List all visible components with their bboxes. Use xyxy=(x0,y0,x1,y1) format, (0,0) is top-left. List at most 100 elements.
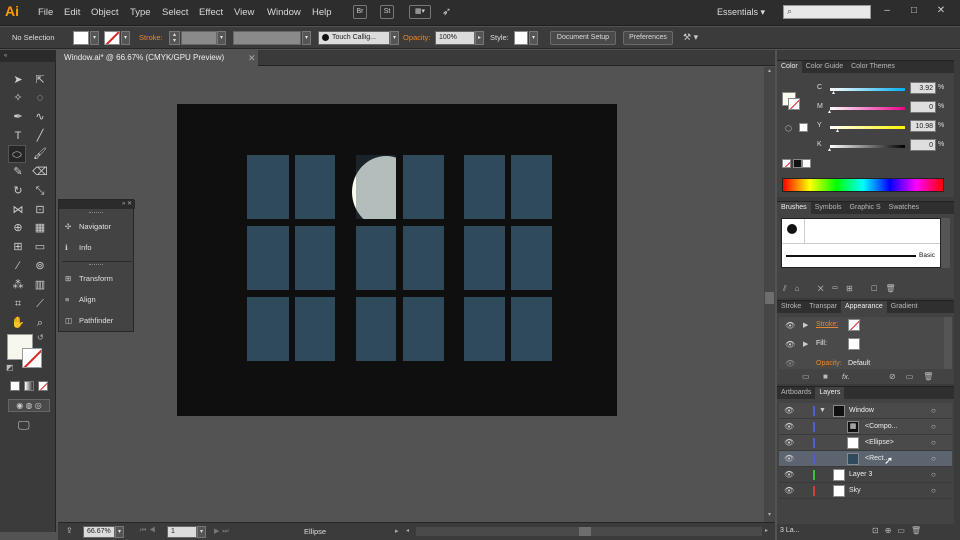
tab-color-guide[interactable]: Color Guide xyxy=(802,61,847,73)
artboard-tool-icon[interactable]: ⌗ xyxy=(9,295,27,313)
arrange-icon[interactable]: ⚒ ▾ xyxy=(683,32,698,43)
minimize-button[interactable]: – xyxy=(876,3,898,19)
layer-name[interactable]: <Ellipse> xyxy=(865,435,894,451)
variable-width-profile[interactable] xyxy=(233,31,301,45)
target-circle-icon[interactable]: ○ xyxy=(931,403,936,419)
yellow-slider[interactable] xyxy=(830,126,905,129)
free-transform-tool-icon[interactable]: ⊡ xyxy=(31,201,49,219)
draw-mode-icon[interactable]: ◉ ◍ ◎ xyxy=(8,399,50,412)
window-pane[interactable] xyxy=(511,155,552,219)
gradient-tool-icon[interactable]: ▭ xyxy=(31,238,49,256)
scroll-thumb[interactable] xyxy=(765,292,774,304)
shape-builder-tool-icon[interactable]: ⊕ xyxy=(9,219,27,237)
calligraphic-brush-dot[interactable] xyxy=(787,224,797,234)
canvas-horizontal-scrollbar[interactable] xyxy=(416,527,762,536)
opacity-arrow-icon[interactable]: ▸ xyxy=(475,31,484,45)
swap-fill-stroke-icon[interactable]: ↺ xyxy=(37,333,44,342)
visibility-eye-icon[interactable]: 👁 xyxy=(784,419,794,435)
magenta-slider[interactable] xyxy=(830,107,905,110)
line-tool-icon[interactable]: ╱ xyxy=(31,127,49,145)
layers-footer-icons[interactable]: ⊡⊕▭🗑 xyxy=(872,526,927,535)
mesh-tool-icon[interactable]: ⊞ xyxy=(9,238,27,256)
window-pane[interactable] xyxy=(511,297,552,361)
tab-symbols[interactable]: Symbols xyxy=(811,202,846,214)
black-slider-thumb[interactable]: ▴ xyxy=(828,146,831,153)
navigator-panel-button[interactable]: ✣ Navigator xyxy=(65,218,131,236)
column-graph-tool-icon[interactable]: ▥ xyxy=(31,276,49,294)
selection-tool-icon[interactable]: ➤ xyxy=(9,71,27,89)
brush-list[interactable]: Basic xyxy=(781,218,941,268)
white-color-swatch[interactable] xyxy=(802,159,811,168)
window-pane[interactable] xyxy=(511,226,552,290)
screen-mode-icon[interactable]: 🖵 xyxy=(18,418,30,433)
stroke-label[interactable]: Stroke: xyxy=(139,33,163,42)
fill-visibility-eye-icon[interactable]: 👁 xyxy=(785,340,795,349)
layer-name[interactable]: Layer 3 xyxy=(849,467,872,483)
layer-name[interactable]: Sky xyxy=(849,483,861,499)
appearance-opacity-label[interactable]: Opacity: xyxy=(816,360,842,367)
tab-layers[interactable]: Layers xyxy=(815,387,845,399)
window-pane[interactable] xyxy=(247,155,289,219)
artboard-dropdown-icon[interactable]: ▾ xyxy=(197,526,206,538)
window-pane[interactable] xyxy=(295,297,335,361)
stroke-weight-dropdown-icon[interactable]: ▾ xyxy=(217,31,226,45)
black-slider[interactable] xyxy=(830,145,905,148)
magenta-value-field[interactable]: 0 xyxy=(910,101,936,113)
target-circle-icon[interactable]: ○ xyxy=(931,435,936,451)
rotate-tool-icon[interactable]: ↻ xyxy=(9,182,27,200)
artboard-navigation-icon[interactable]: ⇪ xyxy=(66,526,73,535)
window-pane[interactable] xyxy=(403,155,444,219)
tab-transparency[interactable]: Transpar xyxy=(805,301,841,313)
default-colors-icon[interactable]: ◩ xyxy=(6,363,14,372)
zoom-tool-icon[interactable]: ⌕ xyxy=(31,314,49,332)
layer-row-window[interactable]: 👁 ▼ Window ○ xyxy=(779,403,952,419)
scale-tool-icon[interactable]: ⤡ xyxy=(31,182,49,200)
brush-dropdown-icon[interactable]: ▾ xyxy=(390,31,399,45)
layer-name[interactable]: Window xyxy=(849,403,874,419)
none-mode-icon[interactable] xyxy=(38,381,48,391)
menu-object[interactable]: Object xyxy=(91,7,118,18)
black-value-field[interactable]: 0 xyxy=(910,139,936,151)
transform-panel-button[interactable]: ⊞ Transform xyxy=(65,270,131,288)
magic-wand-tool-icon[interactable]: ✧ xyxy=(9,89,27,107)
opacity-visibility-eye-icon[interactable]: 👁 xyxy=(785,359,795,368)
horizontal-scroll-thumb[interactable] xyxy=(579,527,591,536)
stroke-weight-field[interactable] xyxy=(181,31,217,45)
yellow-value-field[interactable]: 10.98 xyxy=(910,120,936,132)
visibility-eye-icon[interactable]: 👁 xyxy=(784,403,794,419)
brush-list-scrollbar[interactable] xyxy=(941,218,950,268)
color-spectrum[interactable] xyxy=(782,178,944,192)
tab-gradient[interactable]: Gradient xyxy=(887,301,922,313)
lasso-tool-icon[interactable]: ◌ xyxy=(31,89,49,107)
bridge-button[interactable]: Br xyxy=(353,5,367,19)
window-pane[interactable] xyxy=(403,297,444,361)
fill-swatch[interactable] xyxy=(73,31,89,45)
appearance-scrollbar[interactable] xyxy=(944,317,952,369)
close-document-icon[interactable]: ✕ xyxy=(248,50,256,66)
web-safe-swatch[interactable] xyxy=(799,123,808,132)
menu-help[interactable]: Help xyxy=(312,7,332,18)
panel-collapse-icon[interactable]: » ✕ xyxy=(59,200,135,209)
paintbrush-tool-icon[interactable]: 🖌 xyxy=(31,145,49,163)
stock-button[interactable]: St xyxy=(380,5,394,19)
fill-expand-icon[interactable]: ▶ xyxy=(803,340,808,348)
blend-tool-icon[interactable]: ⊚ xyxy=(31,257,49,275)
magenta-slider-thumb[interactable]: ▴ xyxy=(828,108,831,115)
close-window-button[interactable]: ✕ xyxy=(930,3,952,19)
window-pane[interactable] xyxy=(356,155,396,219)
menu-select[interactable]: Select xyxy=(162,7,188,18)
menu-effect[interactable]: Effect xyxy=(199,7,223,18)
visibility-eye-icon[interactable]: 👁 xyxy=(784,435,794,451)
yellow-slider-thumb[interactable]: ▴ xyxy=(836,127,839,134)
appearance-footer-icons[interactable]: ⊘▭🗑 xyxy=(889,372,943,381)
zoom-field[interactable]: 66.67% xyxy=(83,526,115,538)
next-last-artboard-icons[interactable]: ▶⏭ xyxy=(214,527,232,536)
none-color-swatch[interactable] xyxy=(782,159,791,168)
first-prev-artboard-icons[interactable]: ⏮◀ xyxy=(140,527,159,535)
scroll-left-icon[interactable]: ◂ xyxy=(406,527,409,534)
style-dropdown-icon[interactable]: ▾ xyxy=(529,31,538,45)
stroke-expand-icon[interactable]: ▶ xyxy=(803,321,808,329)
window-pane[interactable] xyxy=(464,297,505,361)
shaper-tool-icon[interactable]: ✎ xyxy=(9,163,27,181)
search-input[interactable]: ⌕ xyxy=(783,5,871,19)
